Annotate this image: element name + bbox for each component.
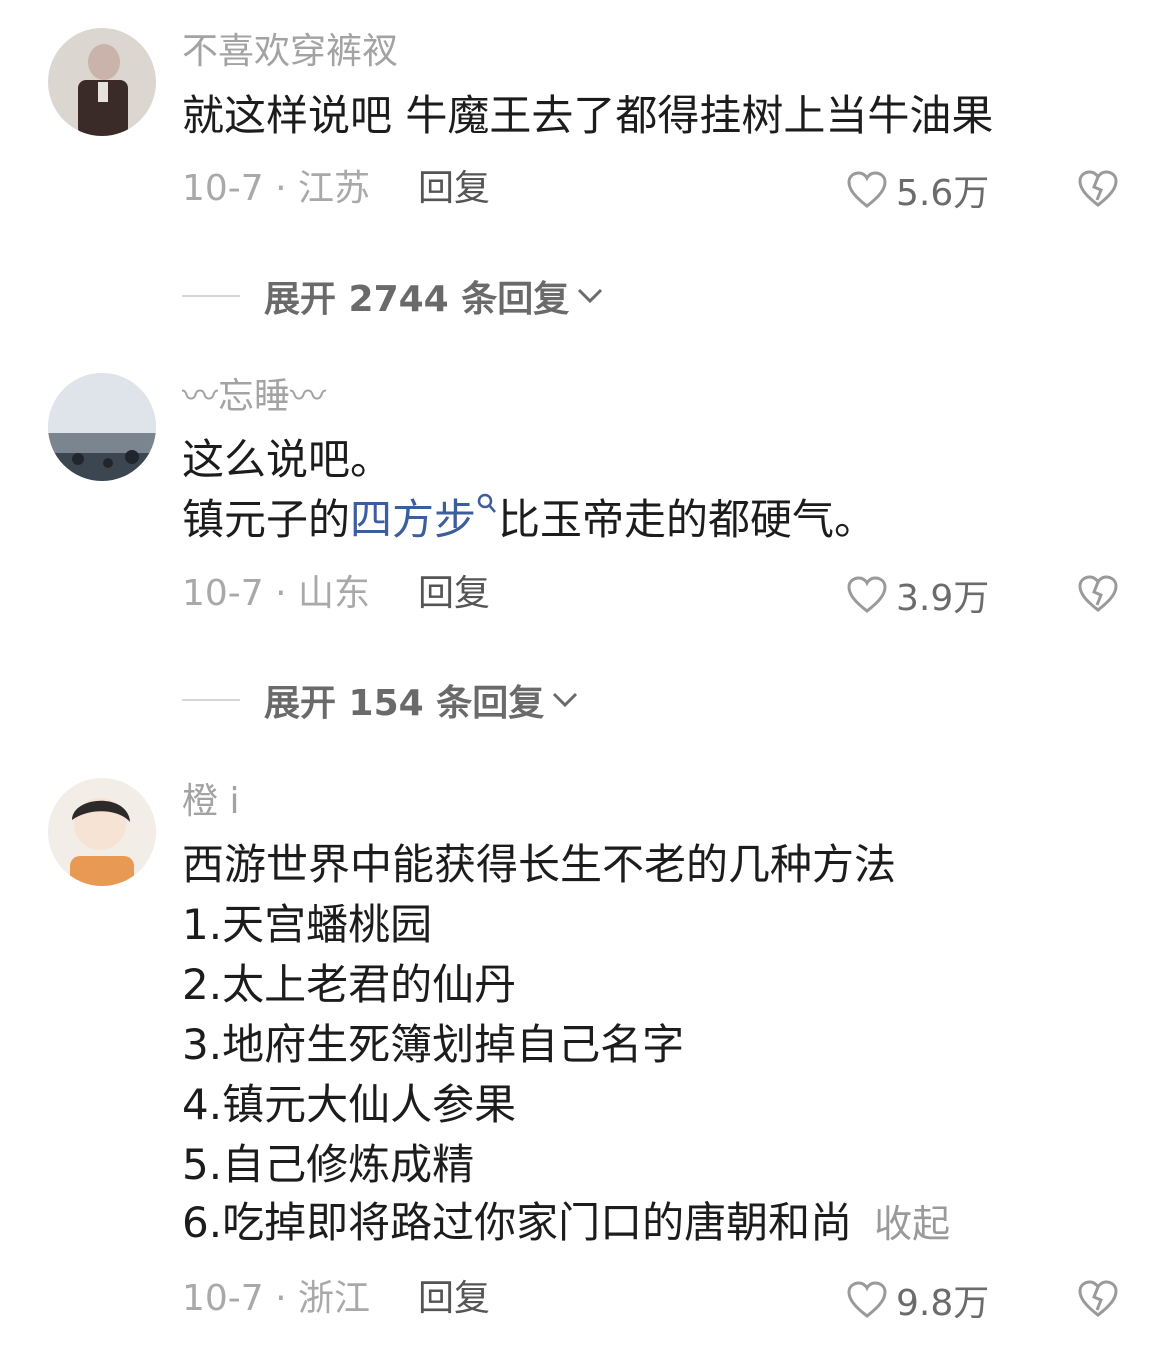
comment-text: 就这样说吧 牛魔王去了都得挂树上当牛油果	[182, 91, 994, 140]
like-button[interactable]: 3.9万	[846, 573, 989, 619]
expand-replies-label: 展开 154 条回复	[264, 683, 545, 724]
broken-heart-icon	[1078, 575, 1118, 612]
heart-outline-icon	[847, 171, 887, 208]
reply-button[interactable]: 回复	[418, 167, 490, 211]
comment-text-line-3: 2.太上老君的仙丹	[182, 960, 517, 1009]
avatar[interactable]	[48, 28, 156, 136]
username[interactable]: 橙 i	[182, 780, 239, 824]
comment-text-line-2: 镇元子的四方步 比玉帝走的都硬气。	[182, 490, 876, 550]
text-segment: 比玉帝走的都硬气。	[498, 495, 877, 544]
divider-line	[182, 699, 240, 701]
dislike-button[interactable]	[1076, 573, 1120, 617]
comment-text-line-2: 1.天宫蟠桃园	[182, 900, 433, 949]
dislike-button[interactable]	[1076, 1278, 1120, 1322]
expand-replies-label: 展开 2744 条回复	[264, 279, 570, 320]
comment-text-line-7: 6.吃掉即将路过你家门口的唐朝和尚 收起	[182, 1193, 950, 1254]
like-count: 3.9万	[896, 578, 990, 619]
like-button[interactable]: 9.8万	[846, 1278, 989, 1324]
text-segment: 镇元子的	[182, 495, 351, 544]
date-location: 10-7 · 浙江	[182, 1278, 371, 1319]
text-segment: 6.吃掉即将路过你家门口的唐朝和尚	[182, 1198, 853, 1247]
like-count: 5.6万	[896, 173, 990, 214]
like-button[interactable]: 5.6万	[846, 168, 989, 214]
username[interactable]: 〰忘睡〰	[182, 375, 326, 419]
chevron-down-icon	[578, 288, 603, 304]
divider-line	[182, 295, 240, 297]
username[interactable]: 不喜欢穿裤衩	[182, 30, 398, 74]
avatar[interactable]	[48, 778, 156, 886]
avatar[interactable]	[48, 373, 156, 481]
comment-text-line-5: 4.镇元大仙人参果	[182, 1080, 517, 1129]
like-count: 9.8万	[896, 1283, 990, 1324]
search-icon[interactable]	[476, 492, 498, 518]
date-location: 10-7 · 江苏	[182, 168, 371, 209]
date-location: 10-7 · 山东	[182, 573, 371, 614]
search-link[interactable]: 四方步	[350, 495, 476, 544]
dislike-button[interactable]	[1076, 168, 1120, 212]
reply-button[interactable]: 回复	[418, 1277, 490, 1321]
comment-text-line-4: 3.地府生死簿划掉自己名字	[182, 1020, 685, 1069]
broken-heart-icon	[1078, 1280, 1118, 1317]
collapse-button[interactable]: 收起	[874, 1202, 950, 1246]
heart-outline-icon	[847, 1281, 887, 1318]
broken-heart-icon	[1078, 170, 1118, 207]
comment-text-line-1: 西游世界中能获得长生不老的几种方法	[182, 840, 897, 889]
comment-text-line-1: 这么说吧。	[182, 435, 393, 484]
chevron-down-icon	[553, 692, 578, 708]
expand-replies-button[interactable]: 展开 2744 条回复	[182, 274, 605, 320]
comment-text-line-6: 5.自己修炼成精	[182, 1140, 475, 1189]
expand-replies-button[interactable]: 展开 154 条回复	[182, 678, 580, 724]
heart-outline-icon	[847, 576, 887, 613]
reply-button[interactable]: 回复	[418, 572, 490, 616]
